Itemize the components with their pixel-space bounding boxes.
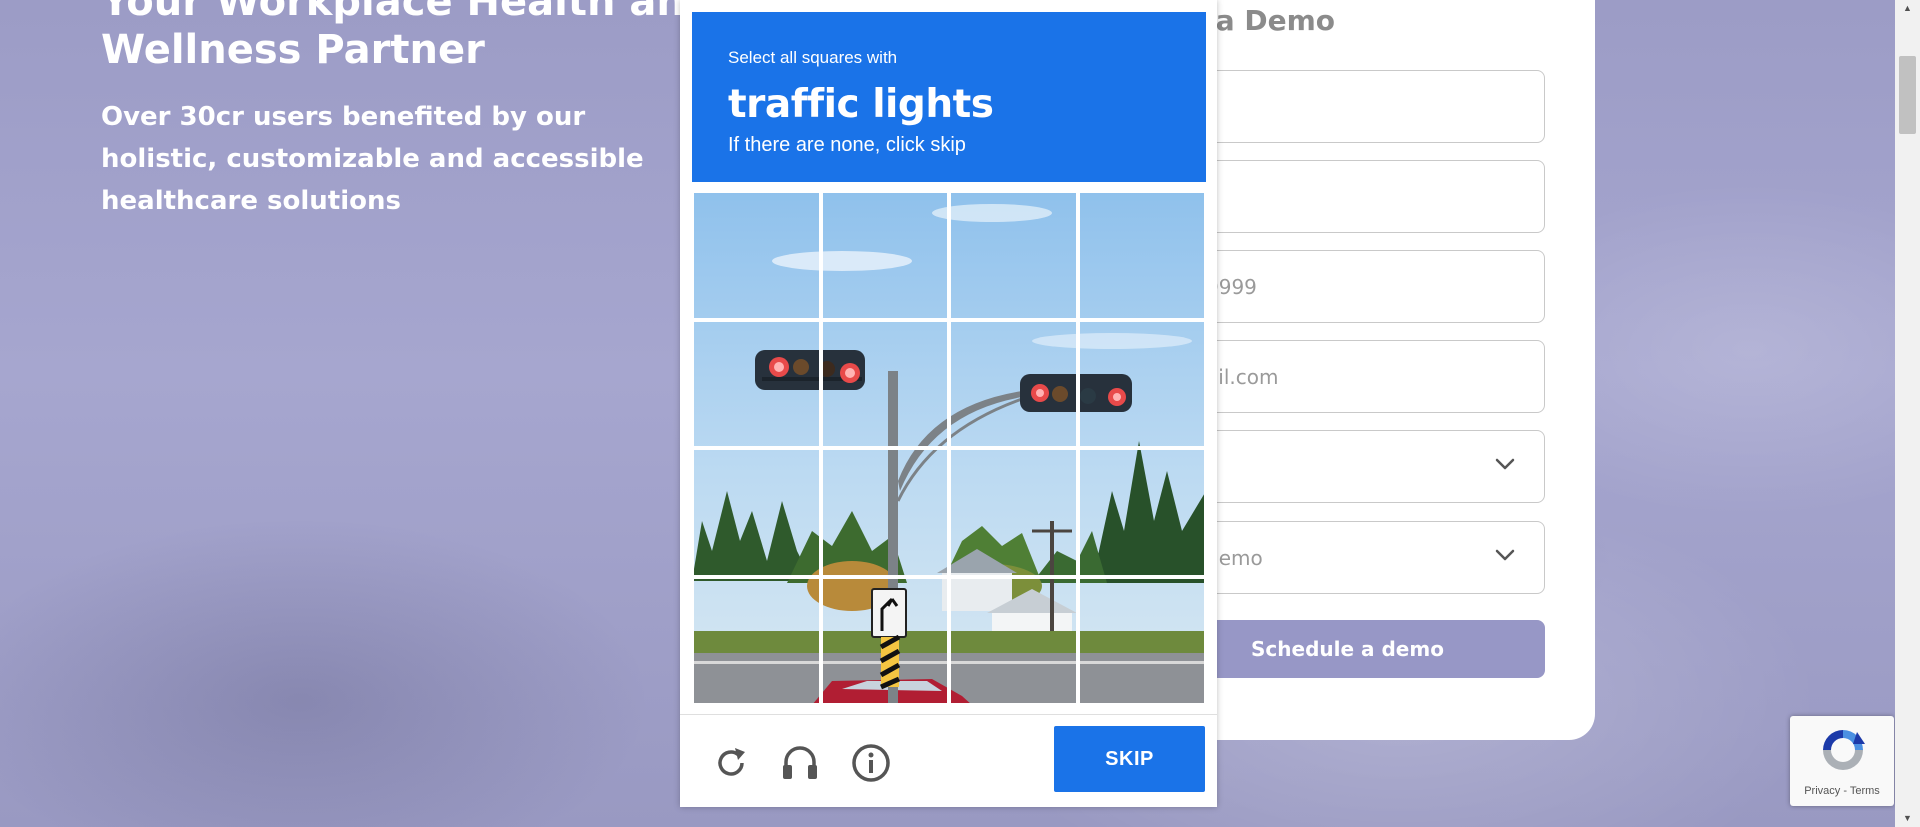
captcha-tile[interactable] (1077, 448, 1206, 577)
captcha-tiles (692, 191, 1206, 705)
captcha-header: Select all squares with traffic lights I… (692, 12, 1206, 182)
captcha-target-object: traffic lights (728, 82, 994, 127)
captcha-image-grid (692, 191, 1206, 705)
captcha-tile[interactable] (820, 448, 949, 577)
captcha-tile[interactable] (692, 319, 821, 448)
captcha-tile[interactable] (949, 191, 1078, 320)
captcha-tile[interactable] (1077, 576, 1206, 705)
scroll-down-arrow-icon[interactable]: ▼ (1895, 810, 1920, 827)
captcha-tile[interactable] (692, 448, 821, 577)
captcha-tile[interactable] (949, 576, 1078, 705)
captcha-tile[interactable] (949, 319, 1078, 448)
captcha-footer-divider (680, 714, 1217, 715)
recaptcha-logo-icon (1823, 730, 1865, 770)
hero-title: Your Workplace Health and Wellness Partn… (101, 0, 714, 73)
terms-link[interactable]: Terms (1850, 785, 1880, 797)
captcha-tile[interactable] (820, 191, 949, 320)
captcha-tile[interactable] (820, 576, 949, 705)
page-scrollbar[interactable]: ▲ ▼ (1895, 0, 1920, 827)
captcha-challenge: Select all squares with traffic lights I… (680, 0, 1217, 807)
hero-subtitle: Over 30cr users benefited by our holisti… (101, 102, 644, 216)
scroll-up-arrow-icon[interactable]: ▲ (1895, 0, 1920, 17)
captcha-tile[interactable] (820, 319, 949, 448)
captcha-hint: If there are none, click skip (728, 134, 966, 156)
recaptcha-links: Privacy - Terms (1790, 785, 1894, 797)
captcha-tile[interactable] (692, 191, 821, 320)
reload-icon[interactable] (708, 740, 754, 786)
chevron-down-icon (1495, 458, 1515, 470)
captcha-tile[interactable] (692, 576, 821, 705)
captcha-tile[interactable] (1077, 191, 1206, 320)
captcha-tile[interactable] (1077, 319, 1206, 448)
info-icon[interactable] (848, 740, 894, 786)
captcha-tile[interactable] (949, 448, 1078, 577)
chevron-down-icon (1495, 549, 1515, 561)
privacy-link[interactable]: Privacy (1804, 785, 1840, 797)
link-separator: - (1843, 785, 1847, 797)
captcha-prompt-prefix: Select all squares with (728, 48, 898, 67)
skip-button[interactable]: SKIP (1054, 726, 1205, 792)
scrollbar-thumb[interactable] (1899, 56, 1916, 134)
audio-icon[interactable] (777, 740, 823, 786)
recaptcha-badge[interactable]: Privacy - Terms (1790, 716, 1894, 806)
